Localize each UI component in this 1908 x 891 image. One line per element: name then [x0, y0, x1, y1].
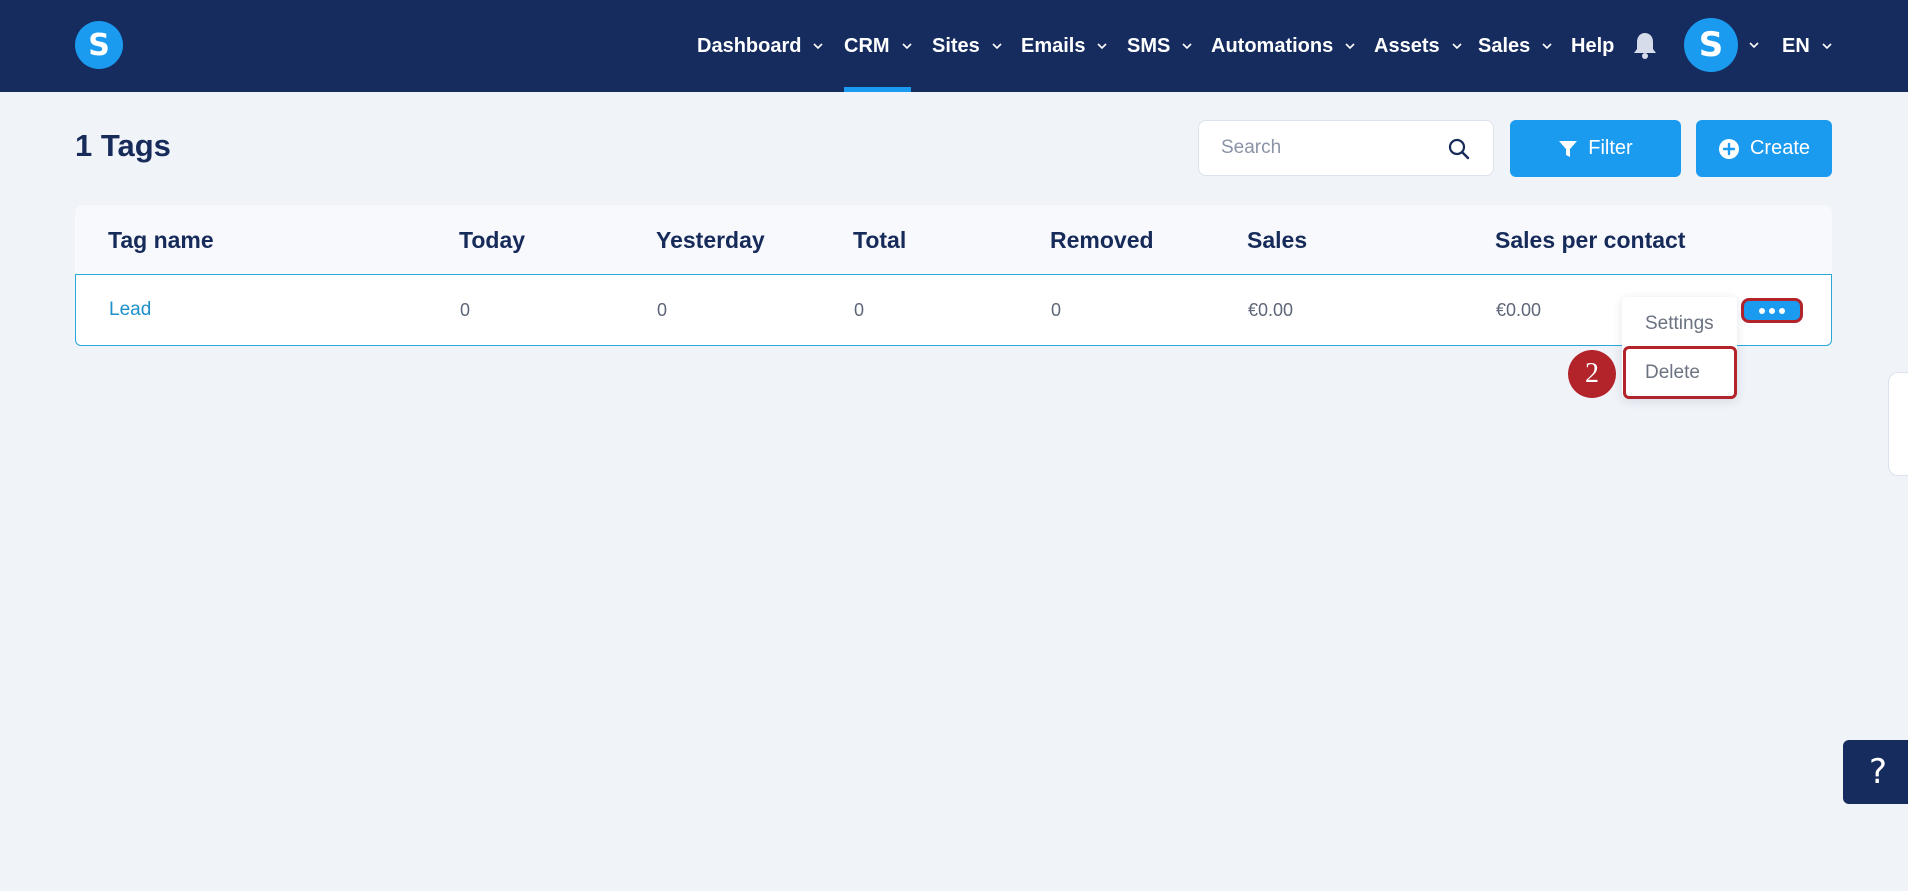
- chevron-down-icon: [1452, 43, 1462, 50]
- column-header-sales-per-contact[interactable]: Sales per contact: [1495, 205, 1685, 275]
- nav-sales-label: Sales: [1478, 34, 1531, 57]
- chevron-down-icon: [992, 43, 1002, 50]
- brand-logo[interactable]: S: [75, 21, 123, 69]
- help-button[interactable]: ?: [1843, 740, 1908, 804]
- language-label: EN: [1782, 34, 1810, 57]
- menu-item-settings[interactable]: Settings: [1645, 313, 1714, 335]
- chevron-down-icon: [1345, 43, 1355, 50]
- nav-automations-label: Automations: [1211, 34, 1334, 57]
- language-selector[interactable]: EN: [1782, 0, 1834, 92]
- search-input[interactable]: [1199, 121, 1439, 175]
- column-header-sales[interactable]: Sales: [1247, 205, 1307, 275]
- nav-sites[interactable]: Sites: [932, 0, 1004, 92]
- filter-icon: [1559, 140, 1578, 157]
- more-dots-icon: [1769, 307, 1775, 314]
- column-header-today[interactable]: Today: [459, 205, 525, 275]
- user-avatar[interactable]: S: [1684, 18, 1738, 72]
- nav-sites-label: Sites: [932, 34, 980, 57]
- table-row[interactable]: Lead 0 0 0 0 €0.00 €0.00: [75, 274, 1832, 346]
- plus-circle-icon: [1718, 138, 1739, 159]
- column-header-total[interactable]: Total: [853, 205, 906, 275]
- row-actions-button[interactable]: [1741, 298, 1803, 323]
- chevron-down-icon: [1822, 43, 1832, 50]
- nav-assets[interactable]: Assets: [1374, 0, 1464, 92]
- step-number-badge: 2: [1568, 350, 1616, 398]
- nav-sales[interactable]: Sales: [1478, 0, 1554, 92]
- nav-crm-label: CRM: [844, 34, 890, 57]
- create-button[interactable]: Create: [1696, 120, 1832, 177]
- more-dots-icon: [1759, 307, 1765, 314]
- top-navigation-bar: S Dashboard CRM Sites Emails SMS Automat…: [0, 0, 1908, 92]
- side-panel-tab[interactable]: [1888, 372, 1908, 476]
- page-title: 1 Tags: [75, 128, 171, 163]
- cell-sales: €0.00: [1248, 299, 1294, 320]
- cell-today: 0: [460, 299, 471, 320]
- cell-total: 0: [854, 299, 865, 320]
- chevron-down-icon: [1097, 43, 1108, 50]
- chevron-down-icon: [1542, 43, 1552, 50]
- nav-help[interactable]: Help: [1571, 0, 1614, 92]
- column-header-yesterday[interactable]: Yesterday: [656, 205, 765, 275]
- nav-dashboard-label: Dashboard: [697, 34, 802, 57]
- chevron-down-icon: [901, 43, 912, 50]
- column-header-tag-name[interactable]: Tag name: [108, 205, 214, 275]
- bell-icon[interactable]: [1632, 31, 1658, 59]
- cell-yesterday: 0: [657, 299, 668, 320]
- menu-item-delete[interactable]: Delete: [1645, 362, 1700, 384]
- nav-automations[interactable]: Automations: [1211, 0, 1357, 92]
- nav-dashboard[interactable]: Dashboard: [697, 0, 825, 92]
- cell-removed: 0: [1051, 299, 1062, 320]
- nav-crm[interactable]: CRM: [844, 0, 914, 92]
- more-dots-icon: [1779, 307, 1785, 314]
- active-nav-indicator: [844, 87, 911, 92]
- nav-sms[interactable]: SMS: [1127, 0, 1194, 92]
- cell-sales-per-contact: €0.00: [1496, 299, 1542, 320]
- nav-emails-label: Emails: [1021, 34, 1086, 57]
- search-box: [1198, 120, 1494, 176]
- column-header-removed[interactable]: Removed: [1050, 205, 1154, 275]
- chevron-down-icon[interactable]: [1747, 38, 1761, 52]
- filter-button[interactable]: Filter: [1510, 120, 1681, 177]
- table-header: Tag name Today Yesterday Total Removed S…: [75, 205, 1832, 275]
- filter-button-label: Filter: [1588, 137, 1633, 159]
- search-icon[interactable]: [1447, 137, 1471, 161]
- chevron-down-icon: [1182, 43, 1192, 50]
- create-button-label: Create: [1749, 137, 1811, 159]
- nav-assets-label: Assets: [1374, 34, 1440, 57]
- tag-name-link[interactable]: Lead: [109, 275, 151, 345]
- chevron-down-icon: [813, 43, 824, 50]
- nav-help-label: Help: [1571, 34, 1615, 57]
- nav-sms-label: SMS: [1127, 34, 1171, 57]
- nav-emails[interactable]: Emails: [1021, 0, 1109, 92]
